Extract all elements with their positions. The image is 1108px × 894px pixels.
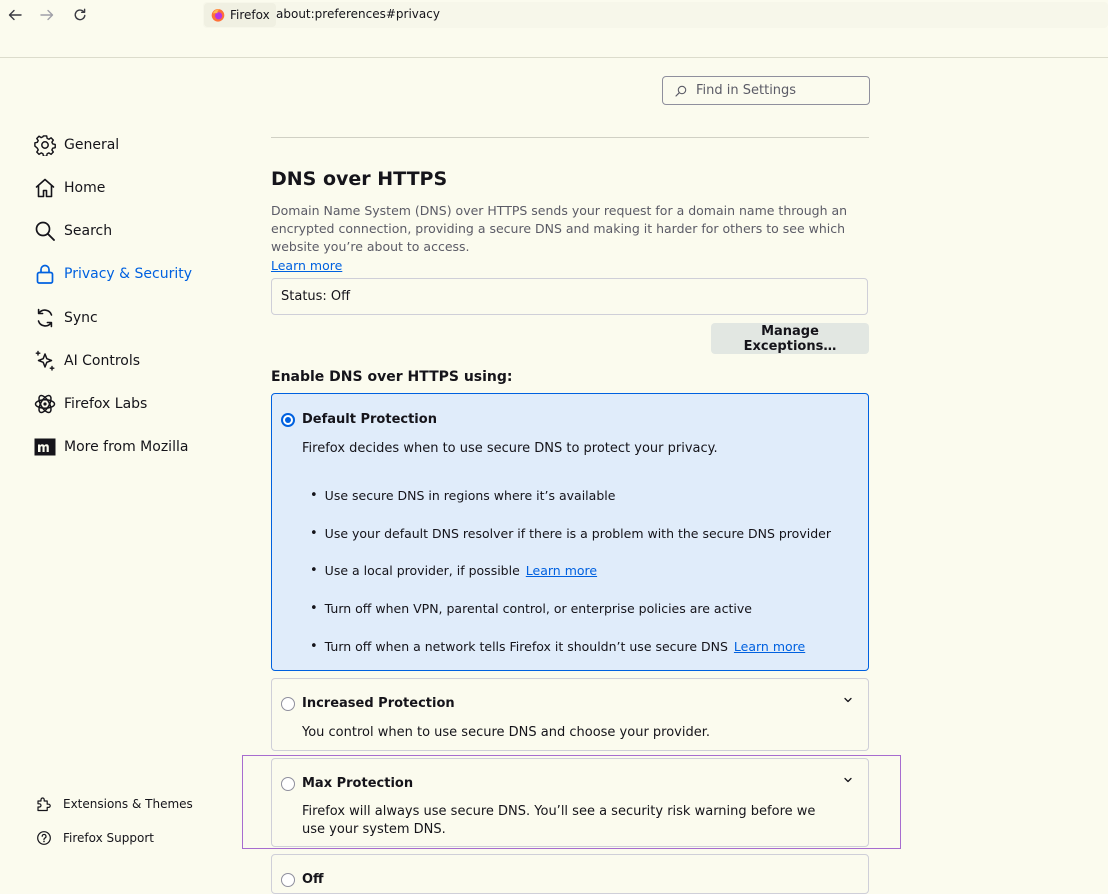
- forward-button[interactable]: [36, 4, 58, 26]
- sidebar-item-ai-controls[interactable]: AI Controls: [34, 347, 140, 375]
- sidebar-item-label: General: [64, 137, 120, 153]
- sidebar-item-general[interactable]: General: [34, 131, 119, 159]
- sidebar-item-label: Firefox Labs: [64, 396, 148, 412]
- sidebar-item-label: Home: [64, 180, 106, 196]
- firefox-logo-icon: [211, 9, 225, 22]
- sidebar-item-label: Search: [64, 223, 113, 239]
- arrow-left-icon: [8, 9, 22, 21]
- list-item: Turn off when VPN, parental control, or …: [310, 590, 831, 628]
- extensions-themes-label: Extensions & Themes: [63, 797, 193, 811]
- learn-more-link[interactable]: Learn more: [526, 563, 597, 578]
- reload-button[interactable]: [69, 4, 91, 26]
- enable-heading: Enable DNS over HTTPS using:: [271, 369, 513, 385]
- status-box: Status: Off: [271, 278, 868, 315]
- url-text[interactable]: about:preferences#privacy: [276, 7, 440, 21]
- extensions-themes-link[interactable]: Extensions & Themes: [36, 794, 193, 814]
- manage-exceptions-button[interactable]: Manage Exceptions…: [711, 323, 869, 354]
- default-protection-description: Firefox decides when to use secure DNS t…: [302, 441, 718, 456]
- sidebar-item-search[interactable]: Search: [34, 217, 112, 245]
- arrow-right-icon: [40, 9, 54, 21]
- off-title: Off: [302, 872, 324, 887]
- list-item: Use secure DNS in regions where it’s ava…: [310, 477, 831, 515]
- chevron-down-icon[interactable]: [842, 694, 854, 706]
- chevron-down-icon[interactable]: [842, 774, 854, 786]
- search-input[interactable]: [696, 83, 856, 98]
- sidebar-item-label: Sync: [64, 310, 98, 326]
- section-divider: [271, 137, 869, 138]
- lock-icon: [34, 263, 56, 285]
- off-card[interactable]: Off: [271, 854, 869, 894]
- max-protection-card[interactable]: Max Protection Firefox will always use s…: [271, 758, 869, 847]
- sidebar-item-sync[interactable]: Sync: [34, 304, 98, 332]
- browser-toolbar: Firefox about:preferences#privacy: [0, 0, 1108, 58]
- back-button[interactable]: [4, 4, 26, 26]
- learn-more-link[interactable]: Learn more: [734, 639, 805, 654]
- labs-icon: [34, 393, 56, 415]
- sync-icon: [34, 307, 56, 329]
- increased-protection-title: Increased Protection: [302, 696, 455, 711]
- section-description: Domain Name System (DNS) over HTTPS send…: [271, 203, 848, 254]
- list-item: Use your default DNS resolver if there i…: [310, 515, 831, 553]
- sidebar-item-home[interactable]: Home: [34, 174, 105, 202]
- max-protection-description: Firefox will always use secure DNS. You’…: [302, 804, 816, 837]
- puzzle-icon: [36, 796, 52, 812]
- gear-icon: [34, 134, 56, 156]
- off-radio[interactable]: [281, 873, 295, 887]
- default-protection-list: Use secure DNS in regions where it’s ava…: [310, 477, 831, 665]
- section-title: DNS over HTTPS: [271, 168, 448, 190]
- sidebar-item-more-from-mozilla[interactable]: More from Mozilla: [34, 433, 188, 461]
- sidebar-item-label: More from Mozilla: [64, 439, 189, 455]
- max-protection-radio[interactable]: [281, 777, 295, 791]
- learn-more-link[interactable]: Learn more: [271, 258, 342, 273]
- default-protection-radio[interactable]: [281, 413, 295, 427]
- identity-box[interactable]: Firefox: [204, 3, 276, 27]
- search-icon: [34, 220, 56, 242]
- default-protection-card[interactable]: Default Protection Firefox decides when …: [271, 393, 869, 671]
- increased-protection-radio[interactable]: [281, 697, 295, 711]
- increased-protection-card[interactable]: Increased Protection You control when to…: [271, 678, 869, 751]
- sparkle-icon: [34, 350, 56, 372]
- reload-icon: [74, 8, 86, 21]
- sidebar-item-label: AI Controls: [64, 353, 141, 369]
- list-item: Turn off when a network tells Firefox it…: [310, 627, 831, 665]
- sidebar-item-privacy[interactable]: Privacy & Security: [34, 260, 192, 288]
- help-icon: [36, 830, 52, 846]
- sidebar-item-label: Privacy & Security: [64, 266, 192, 282]
- max-protection-title: Max Protection: [302, 776, 414, 791]
- settings-search[interactable]: [662, 76, 870, 105]
- identity-label: Firefox: [230, 8, 270, 22]
- search-icon: [675, 85, 687, 97]
- default-protection-title: Default Protection: [302, 412, 437, 427]
- sidebar-item-firefox-labs[interactable]: Firefox Labs: [34, 390, 147, 418]
- firefox-support-label: Firefox Support: [63, 831, 154, 845]
- list-item: Use a local provider, if possibleLearn m…: [310, 552, 831, 590]
- increased-protection-description: You control when to use secure DNS and c…: [302, 725, 711, 740]
- mozilla-icon: [34, 436, 56, 458]
- status-text: Status: Off: [281, 289, 351, 304]
- home-icon: [34, 177, 56, 199]
- firefox-support-link[interactable]: Firefox Support: [36, 828, 154, 848]
